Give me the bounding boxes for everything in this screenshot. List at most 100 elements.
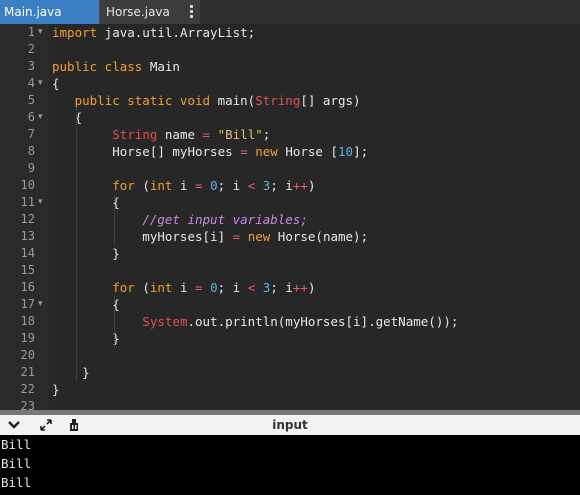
clear-console-icon[interactable] [66, 417, 82, 433]
code-token: ; i [217, 178, 248, 193]
line-number: 5 [27, 93, 35, 107]
expand-arrows-icon[interactable] [38, 417, 54, 433]
output-line: Bill [1, 475, 32, 490]
code-token: = [195, 178, 203, 193]
code-token: { [52, 297, 120, 312]
code-token: "Bill" [217, 127, 263, 142]
line-number: 22 [20, 382, 35, 396]
code-token: new [247, 229, 271, 244]
code-token: { [52, 110, 83, 125]
fold-toggle-icon[interactable]: ▾ [38, 194, 48, 211]
code-token: ( [134, 178, 150, 193]
line-number: 7 [27, 127, 35, 141]
line-number: 11 [20, 195, 35, 209]
line-number-gutter: 1 ▾ 2 3 4 ▾ 5 6 ▾ 7 8 9 10 11 ▾ 12 13 14 15 16 17 ▾ 18 19 20 21 22… [0, 24, 49, 410]
output-line: Bill [1, 437, 32, 452]
code-line: String name = "Bill"; [52, 126, 270, 143]
line-number: 10 [20, 178, 35, 192]
code-line: Horse[] myHorses = new Horse [10]; [52, 143, 368, 160]
console-title: input [272, 418, 308, 432]
code-line: for (int i = 0; i < 3; i++) [52, 279, 315, 296]
code-line: public static void main(String[] args) [52, 92, 361, 109]
code-token: public class [52, 59, 143, 74]
kebab-menu-icon[interactable] [190, 5, 194, 19]
code-line: System.out.println(myHorses[i].getName()… [52, 313, 458, 330]
code-token: Horse [ [277, 144, 339, 159]
code-token: } [52, 331, 120, 346]
line-number: 18 [20, 314, 35, 328]
line-number: 12 [20, 212, 35, 226]
code-line: myHorses[i] = new Horse(name); [52, 228, 368, 245]
code-editor[interactable]: 1 ▾ 2 3 4 ▾ 5 6 ▾ 7 8 9 10 11 ▾ 12 13 14 15 16 17 ▾ 18 19 20 21 22… [0, 24, 580, 410]
code-line: { [52, 109, 83, 126]
code-token: Main [142, 59, 180, 74]
fold-toggle-icon[interactable]: ▾ [38, 296, 48, 313]
code-line: } [52, 381, 60, 398]
code-token: .out.println(myHorses[i].getName()); [187, 314, 459, 329]
code-token: } [52, 365, 90, 380]
code-token: = [240, 144, 248, 159]
code-token: System [142, 314, 188, 329]
code-token: = [195, 280, 203, 295]
output-line: Bill [1, 456, 32, 471]
line-number: 3 [27, 59, 35, 73]
code-line: } [52, 245, 120, 262]
console-output[interactable]: Bill Bill Bill [0, 435, 580, 495]
tab-bar: Main.java Horse.java [0, 0, 580, 24]
code-token: { [52, 195, 120, 210]
line-number: 14 [20, 246, 35, 260]
code-token: i [172, 178, 196, 193]
code-line: { [52, 296, 120, 313]
line-number: 4 [27, 76, 35, 90]
line-number: 2 [27, 42, 35, 56]
code-token: } [52, 246, 120, 261]
code-token: myHorses[i] [52, 229, 233, 244]
tab-main-java[interactable]: Main.java [0, 0, 99, 24]
fold-toggle-icon[interactable]: ▾ [38, 109, 48, 126]
chevron-down-icon[interactable] [6, 417, 22, 433]
code-token: } [52, 382, 60, 397]
code-token: ; i [217, 280, 248, 295]
code-token: ; i [270, 178, 293, 193]
code-token: //get input variables; [142, 212, 308, 227]
code-token: 10 [338, 144, 354, 159]
fold-toggle-icon[interactable]: ▾ [38, 75, 48, 92]
code-token: for [112, 280, 135, 295]
code-line: { [52, 75, 60, 92]
code-token: { [52, 76, 60, 91]
code-line: { [52, 194, 120, 211]
code-token: Horse(name); [270, 229, 369, 244]
code-line: } [52, 330, 120, 347]
fold-toggle-icon[interactable]: ▾ [38, 24, 48, 41]
ide-window: Main.java Horse.java 1 ▾ 2 3 4 ▾ 5 6 ▾ 7 8 9 10 11 ▾ 12… [0, 0, 580, 495]
code-token: i [172, 280, 196, 295]
code-token: ++ [292, 280, 308, 295]
code-token: ; i [270, 280, 293, 295]
code-token: 0 [210, 280, 218, 295]
code-token: name [157, 127, 203, 142]
tab-horse-java[interactable]: Horse.java [99, 0, 200, 24]
code-token: String [112, 127, 158, 142]
code-token: ]; [353, 144, 369, 159]
line-number: 19 [20, 331, 35, 345]
line-number: 1 [27, 25, 35, 39]
code-token: 0 [210, 178, 218, 193]
code-token: String [255, 93, 301, 108]
code-line: } [52, 364, 90, 381]
line-number: 21 [20, 365, 35, 379]
line-number: 8 [27, 144, 35, 158]
line-number: 13 [20, 229, 35, 243]
indent-guide [114, 296, 115, 347]
line-number: 23 [20, 399, 35, 410]
line-number: 6 [27, 110, 35, 124]
code-token: ) [307, 280, 316, 295]
